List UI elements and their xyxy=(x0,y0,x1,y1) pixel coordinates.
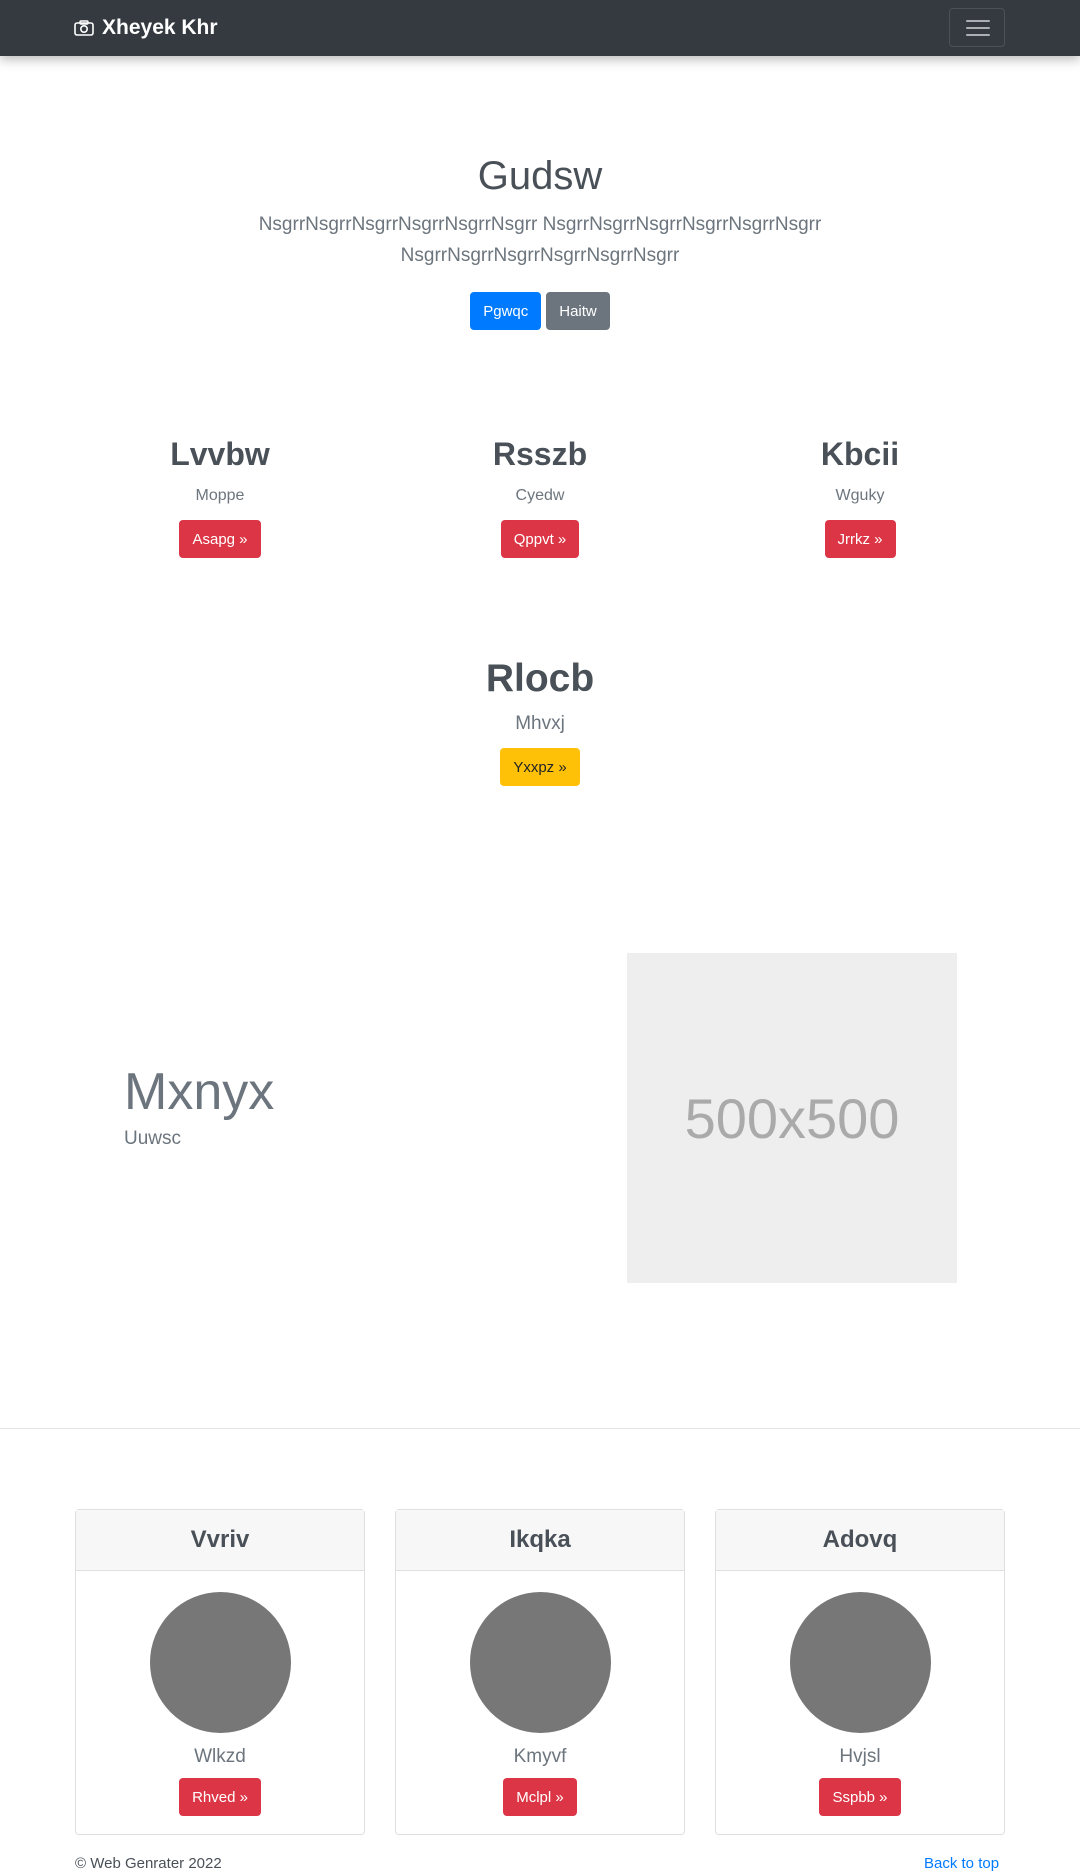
feature-text: Moppe xyxy=(195,487,245,504)
avatar xyxy=(150,1592,291,1733)
card-header: Ikqka xyxy=(396,1510,684,1571)
profile-card: Adovq Hvjsl Sspbb » xyxy=(715,1509,1005,1835)
divider xyxy=(0,1428,1080,1429)
avatar xyxy=(790,1592,931,1733)
hero-buttons: Pgwqc Haitw xyxy=(0,292,1080,330)
placeholder-label: 500x500 xyxy=(684,1086,900,1150)
profile-card: Ikqka Kmyvf Mclpl » xyxy=(395,1509,685,1835)
brand-label: Xheyek Khr xyxy=(102,16,218,39)
card-button[interactable]: Sspbb » xyxy=(819,1778,901,1816)
card-name: Hvjsl xyxy=(839,1746,881,1767)
footer-copyright: © Web Genrater 2022 xyxy=(75,1855,222,1872)
avatar xyxy=(470,1592,611,1733)
split-subtitle: Uuwsc xyxy=(124,1128,182,1149)
hero-lead: NsgrrNsgrrNsgrrNsgrrNsgrrNsgrr NsgrrNsgr… xyxy=(258,214,822,266)
navbar-toggle-button[interactable] xyxy=(949,8,1005,47)
hero-title: Gudsw xyxy=(477,154,603,198)
card-button[interactable]: Rhved » xyxy=(179,1778,261,1816)
profile-card: Vvriv Wlkzd Rhved » xyxy=(75,1509,365,1835)
feature-button[interactable]: Qppvt » xyxy=(500,520,580,558)
camera-icon xyxy=(74,20,94,36)
feature-center-text: Mhvxj xyxy=(515,713,565,734)
placeholder-image: 500x500 xyxy=(627,953,957,1283)
back-to-top-link[interactable]: Back to top xyxy=(924,1855,999,1872)
feature-button[interactable]: Asapg » xyxy=(179,520,261,558)
hero-secondary-button[interactable]: Haitw xyxy=(546,292,610,330)
card-header: Vvriv xyxy=(76,1510,364,1571)
feature-center: Rlocb Mhvxj Yxxpz » xyxy=(380,656,700,786)
feature-item: Lvvbw Moppe Asapg » xyxy=(60,434,380,558)
feature-title: Kbcii xyxy=(820,436,900,472)
split-title: Mxnyx xyxy=(124,1063,275,1121)
hero-primary-button[interactable]: Pgwqc xyxy=(470,292,542,330)
feature-title: Lvvbw xyxy=(170,436,270,472)
feature-title: Rsszb xyxy=(492,436,588,472)
card-header: Adovq xyxy=(716,1510,1004,1571)
feature-button[interactable]: Jrrkz » xyxy=(824,520,896,558)
navbar: Xheyek Khr xyxy=(0,0,1080,56)
card-button[interactable]: Mclpl » xyxy=(503,1778,577,1816)
feature-text: Cyedw xyxy=(515,487,565,504)
feature-center-button[interactable]: Yxxpz » xyxy=(500,748,580,786)
feature-text: Wguky xyxy=(835,487,885,504)
card-name: Wlkzd xyxy=(194,1746,246,1767)
card-name: Kmyvf xyxy=(513,1746,567,1767)
navbar-brand[interactable]: Xheyek Khr xyxy=(74,14,218,42)
feature-item: Kbcii Wguky Jrrkz » xyxy=(700,434,1020,558)
feature-item: Rsszb Cyedw Qppvt » xyxy=(380,434,700,558)
feature-center-title: Rlocb xyxy=(485,657,595,700)
